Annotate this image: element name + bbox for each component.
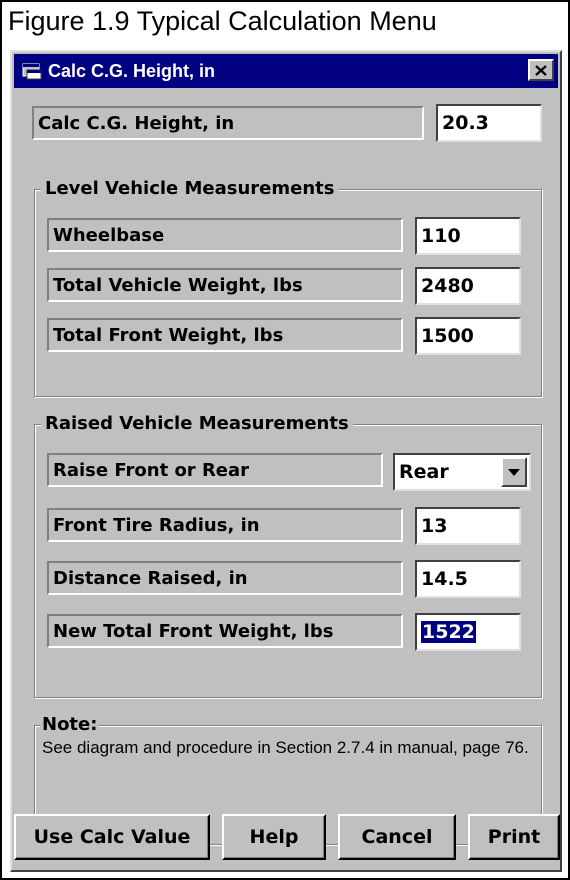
note-text: See diagram and procedure in Section 2.7… bbox=[42, 738, 529, 757]
total-weight-label: Total Vehicle Weight, lbs bbox=[47, 268, 403, 302]
note-title: Note: bbox=[40, 714, 100, 735]
raise-front-rear-label: Raise Front or Rear bbox=[47, 453, 383, 487]
front-weight-field[interactable]: 1500 bbox=[415, 317, 521, 355]
wheelbase-field[interactable]: 110 bbox=[415, 217, 521, 255]
level-group-title: Level Vehicle Measurements bbox=[41, 178, 339, 199]
front-tire-radius-field[interactable]: 13 bbox=[415, 507, 521, 545]
new-front-weight-label: New Total Front Weight, lbs bbox=[47, 614, 403, 648]
figure-caption: Figure 1.9 Typical Calculation Menu bbox=[8, 6, 437, 36]
new-front-weight-value: 1522 bbox=[421, 621, 476, 643]
chevron-down-icon bbox=[508, 468, 520, 476]
close-button[interactable] bbox=[528, 59, 554, 81]
result-field[interactable]: 20.3 bbox=[436, 104, 542, 142]
cancel-button[interactable]: Cancel bbox=[338, 814, 456, 860]
total-weight-field[interactable]: 2480 bbox=[415, 267, 521, 305]
app-icon bbox=[22, 62, 42, 80]
front-tire-radius-label: Front Tire Radius, in bbox=[47, 508, 403, 542]
result-label: Calc C.G. Height, in bbox=[32, 106, 424, 140]
raise-front-rear-value: Rear bbox=[399, 461, 449, 483]
new-front-weight-field[interactable]: 1522 bbox=[415, 613, 521, 651]
raise-front-rear-select[interactable]: Rear bbox=[393, 453, 531, 491]
distance-raised-field[interactable]: 14.5 bbox=[415, 560, 521, 598]
close-icon bbox=[535, 64, 547, 76]
distance-raised-label: Distance Raised, in bbox=[47, 561, 403, 595]
window-title: Calc C.G. Height, in bbox=[48, 60, 216, 81]
front-weight-label: Total Front Weight, lbs bbox=[47, 318, 403, 352]
use-calc-value-button[interactable]: Use Calc Value bbox=[14, 814, 210, 860]
print-button[interactable]: Print bbox=[468, 814, 560, 860]
dialog-window: Calc C.G. Height, in Calc C.G. Height, i… bbox=[10, 50, 562, 872]
level-measurements-group: Level Vehicle Measurements Wheelbase 110… bbox=[34, 178, 542, 397]
raised-group-title: Raised Vehicle Measurements bbox=[41, 413, 353, 434]
figure-frame: Figure 1.9 Typical Calculation Menu Calc… bbox=[0, 0, 570, 880]
help-button[interactable]: Help bbox=[222, 814, 326, 860]
wheelbase-label: Wheelbase bbox=[47, 218, 403, 252]
title-bar[interactable]: Calc C.G. Height, in bbox=[14, 54, 558, 88]
dropdown-button[interactable] bbox=[501, 457, 527, 487]
raised-measurements-group: Raised Vehicle Measurements Raise Front … bbox=[34, 413, 542, 698]
